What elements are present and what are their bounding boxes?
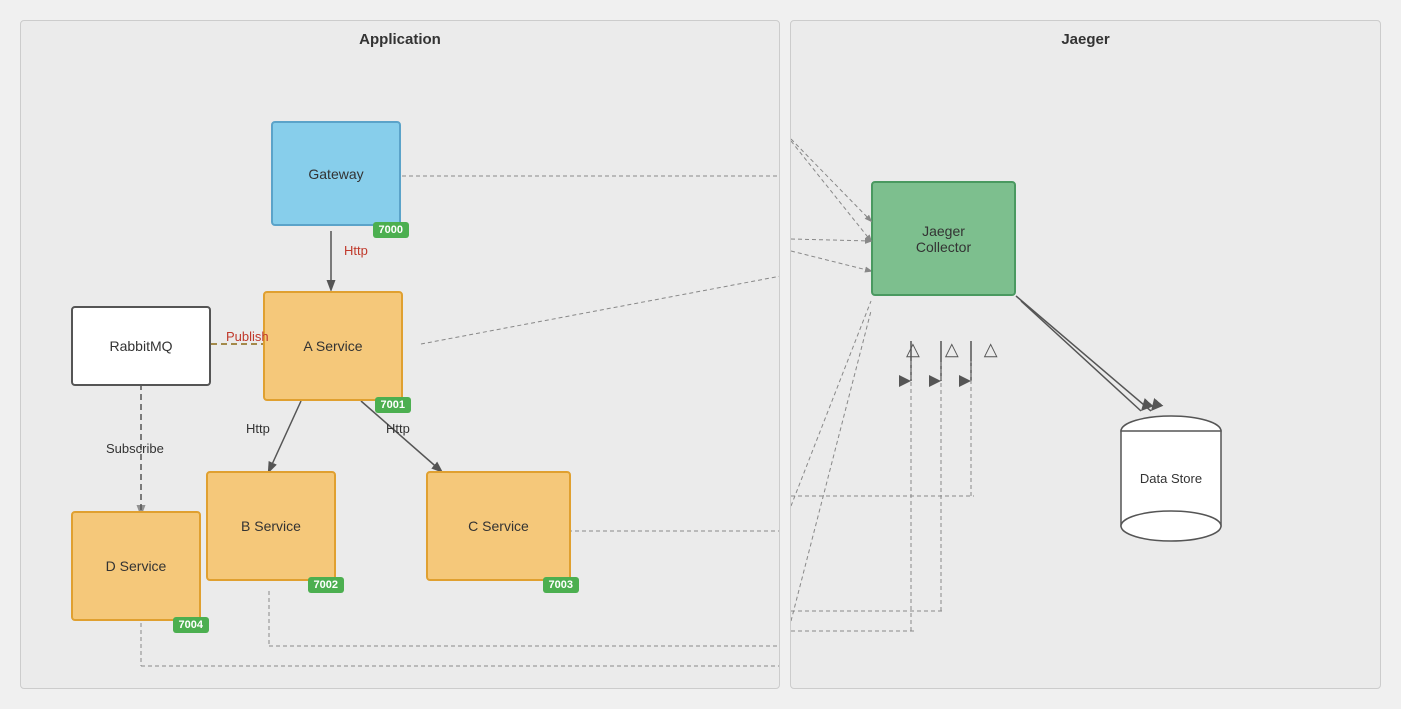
jaeger-collector-box: JaegerCollector <box>871 181 1016 296</box>
a-service-box: A Service 7001 <box>263 291 403 401</box>
rabbitmq-box: RabbitMQ <box>71 306 211 386</box>
rabbitmq-label: RabbitMQ <box>109 338 172 354</box>
data-store-svg: Data Store <box>1111 411 1231 551</box>
application-panel: Application <box>20 20 780 689</box>
subscribe-label: Subscribe <box>106 441 164 456</box>
main-container: Application <box>0 0 1401 709</box>
a-service-port: 7001 <box>375 397 411 413</box>
up-arrows: △ △ △ <box>906 339 998 360</box>
http-label-2: Http <box>246 421 270 436</box>
jaeger-panel: Jaeger <box>790 20 1381 689</box>
data-store: Data Store <box>1111 411 1231 551</box>
gateway-box: Gateway 7000 <box>271 121 401 226</box>
c-service-port: 7003 <box>543 577 579 593</box>
b-service-port: 7002 <box>308 577 344 593</box>
gateway-port: 7000 <box>373 222 409 238</box>
jaeger-title: Jaeger <box>791 21 1380 48</box>
d-service-label: D Service <box>106 558 167 574</box>
b-service-box: B Service 7002 <box>206 471 336 581</box>
gateway-label: Gateway <box>308 166 363 182</box>
d-service-box: D Service 7004 <box>71 511 201 621</box>
arrival-lines-svg <box>791 21 1380 688</box>
http-label-3: Http <box>386 421 410 436</box>
jaeger-collector-label: JaegerCollector <box>916 223 971 255</box>
a-service-label: A Service <box>303 338 362 354</box>
http-label-1: Http <box>344 243 368 258</box>
b-service-label: B Service <box>241 518 301 534</box>
c-service-label: C Service <box>468 518 529 534</box>
application-title: Application <box>21 21 779 48</box>
publish-label: Publish <box>226 329 269 344</box>
c-service-box: C Service 7003 <box>426 471 571 581</box>
d-service-port: 7004 <box>173 617 209 633</box>
svg-text:Data Store: Data Store <box>1140 471 1202 486</box>
right-panel-svg <box>791 21 1380 688</box>
